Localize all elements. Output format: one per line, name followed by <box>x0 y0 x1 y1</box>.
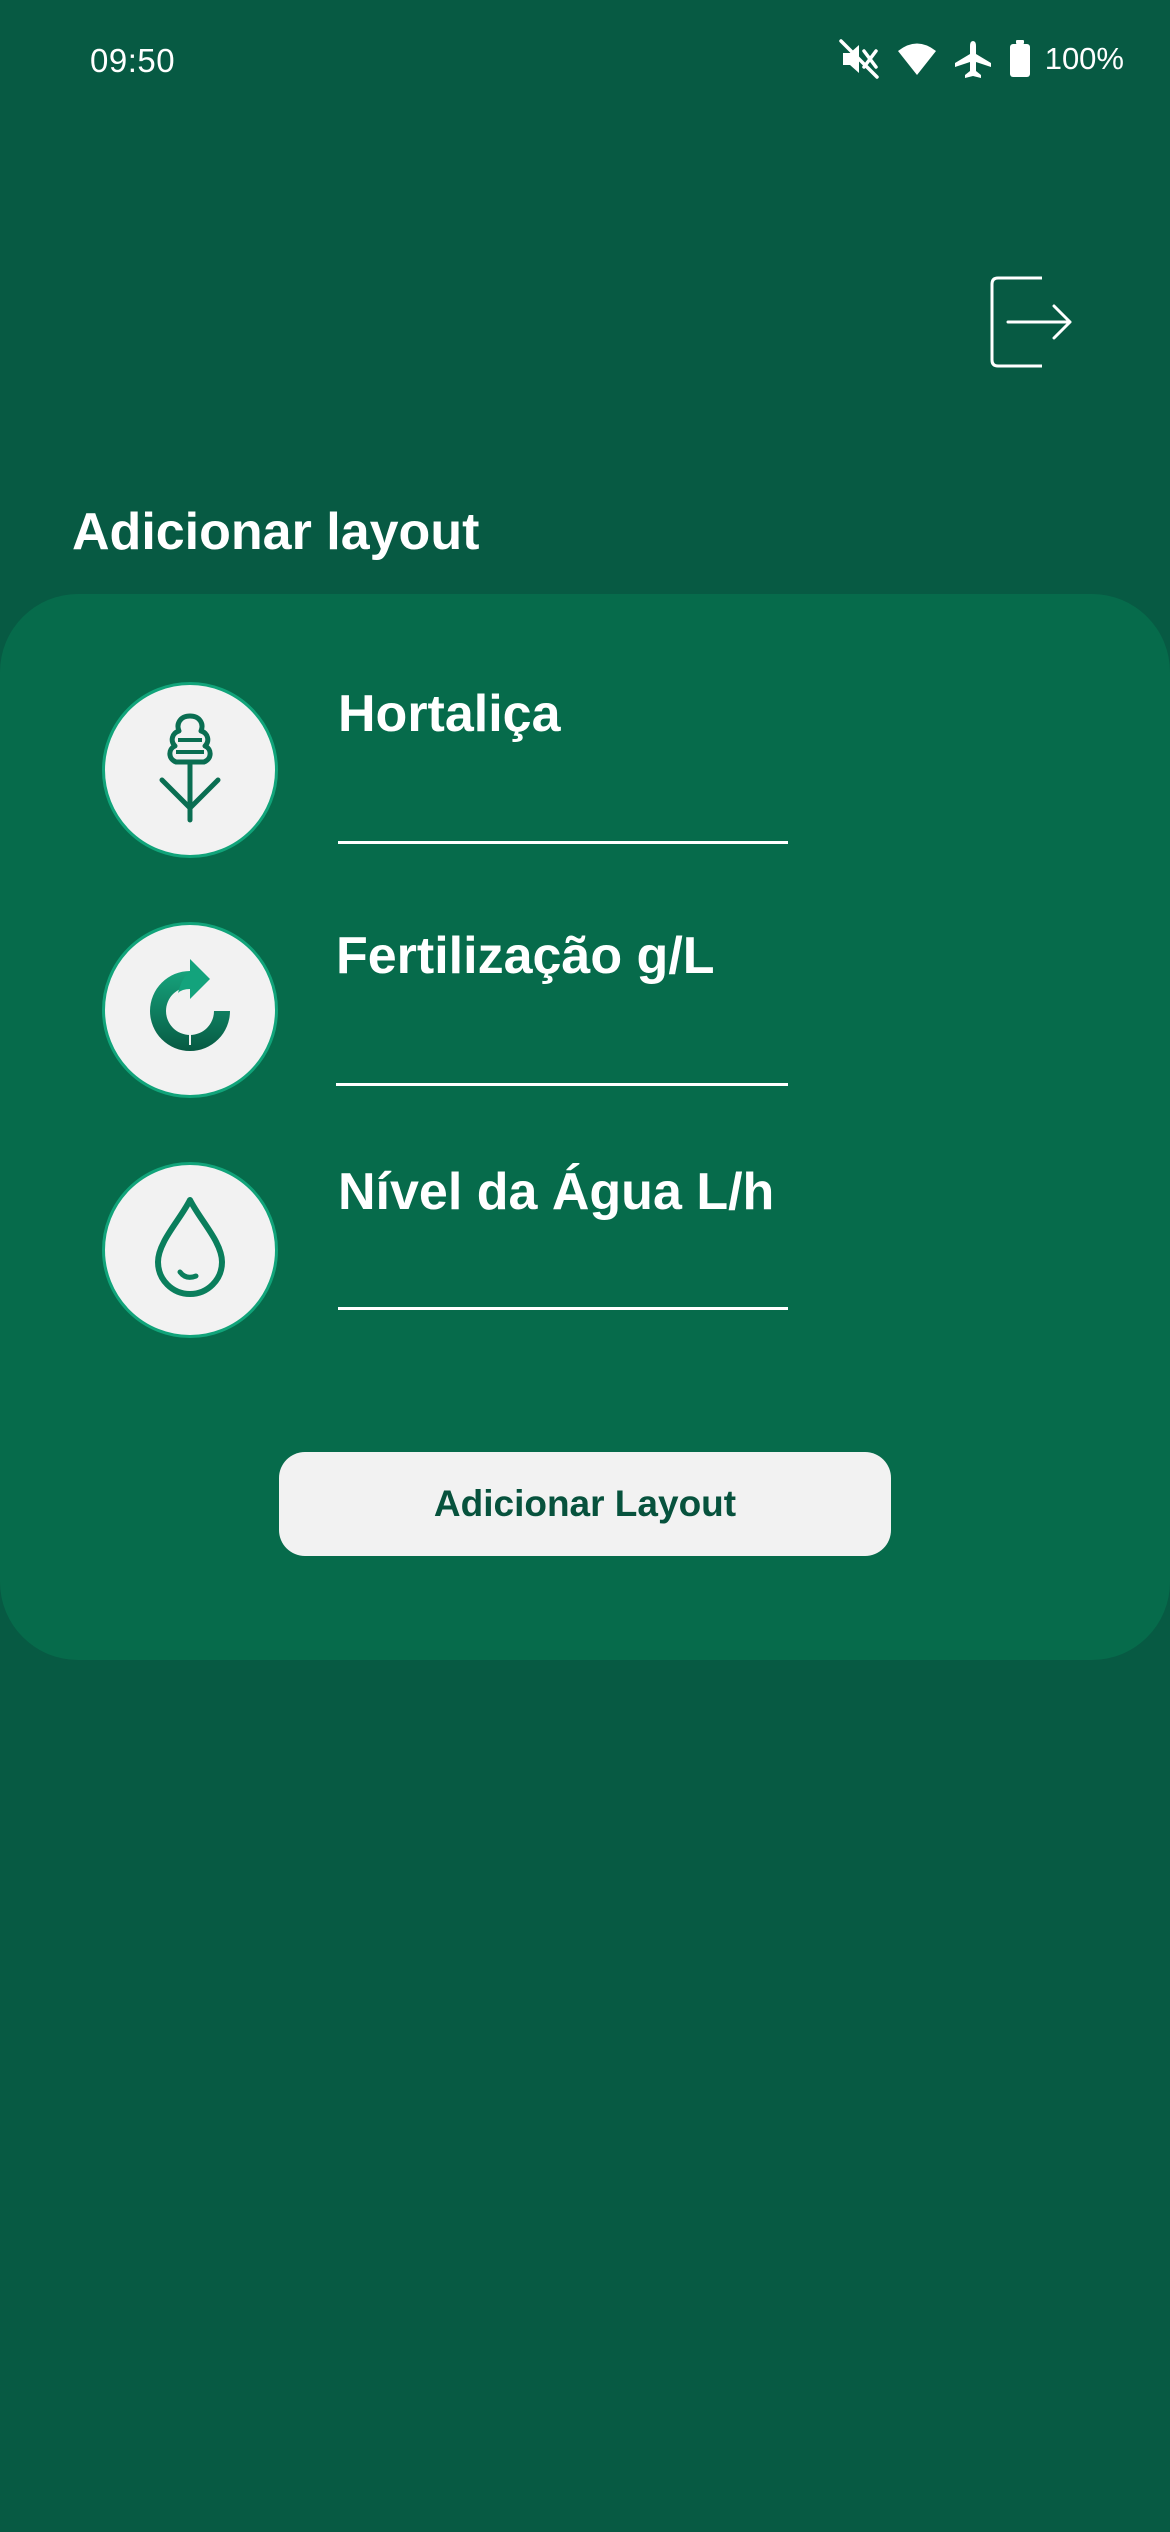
battery-icon <box>1009 40 1031 78</box>
fertilizer-icon <box>138 953 242 1068</box>
field-icon-badge <box>102 922 278 1098</box>
field-row-fertilization: Fertilização g/L <box>0 922 1170 1122</box>
fertilization-input[interactable] <box>336 1026 788 1086</box>
airplane-mode-icon <box>953 39 993 79</box>
add-layout-form-card: Hortaliça Fertilização g/L Nível da Água… <box>0 594 1170 1660</box>
logout-button[interactable] <box>984 272 1074 372</box>
fertilization-label: Fertilização g/L <box>336 927 715 985</box>
logout-icon <box>984 276 1074 376</box>
water-drop-icon <box>150 1196 230 1305</box>
status-bar: 09:50 100% <box>0 0 1170 130</box>
add-layout-button[interactable]: Adicionar Layout <box>279 1452 891 1556</box>
plant-icon <box>150 708 230 833</box>
water-level-input[interactable] <box>338 1250 788 1310</box>
battery-level: 100% <box>1044 41 1124 76</box>
field-row-vegetable: Hortaliça <box>0 682 1170 882</box>
water-level-label: Nível da Água L/h <box>338 1163 775 1221</box>
field-row-water-level: Nível da Água L/h <box>0 1162 1170 1362</box>
status-time: 09:50 <box>90 42 176 79</box>
field-icon-badge <box>102 1162 278 1338</box>
vegetable-label: Hortaliça <box>338 685 561 743</box>
vegetable-input[interactable] <box>338 784 788 844</box>
wifi-icon <box>897 42 937 76</box>
status-icons: 100% <box>838 36 1124 82</box>
mute-icon <box>838 39 881 79</box>
page-title: Adicionar layout <box>72 503 480 561</box>
field-icon-badge <box>102 682 278 858</box>
